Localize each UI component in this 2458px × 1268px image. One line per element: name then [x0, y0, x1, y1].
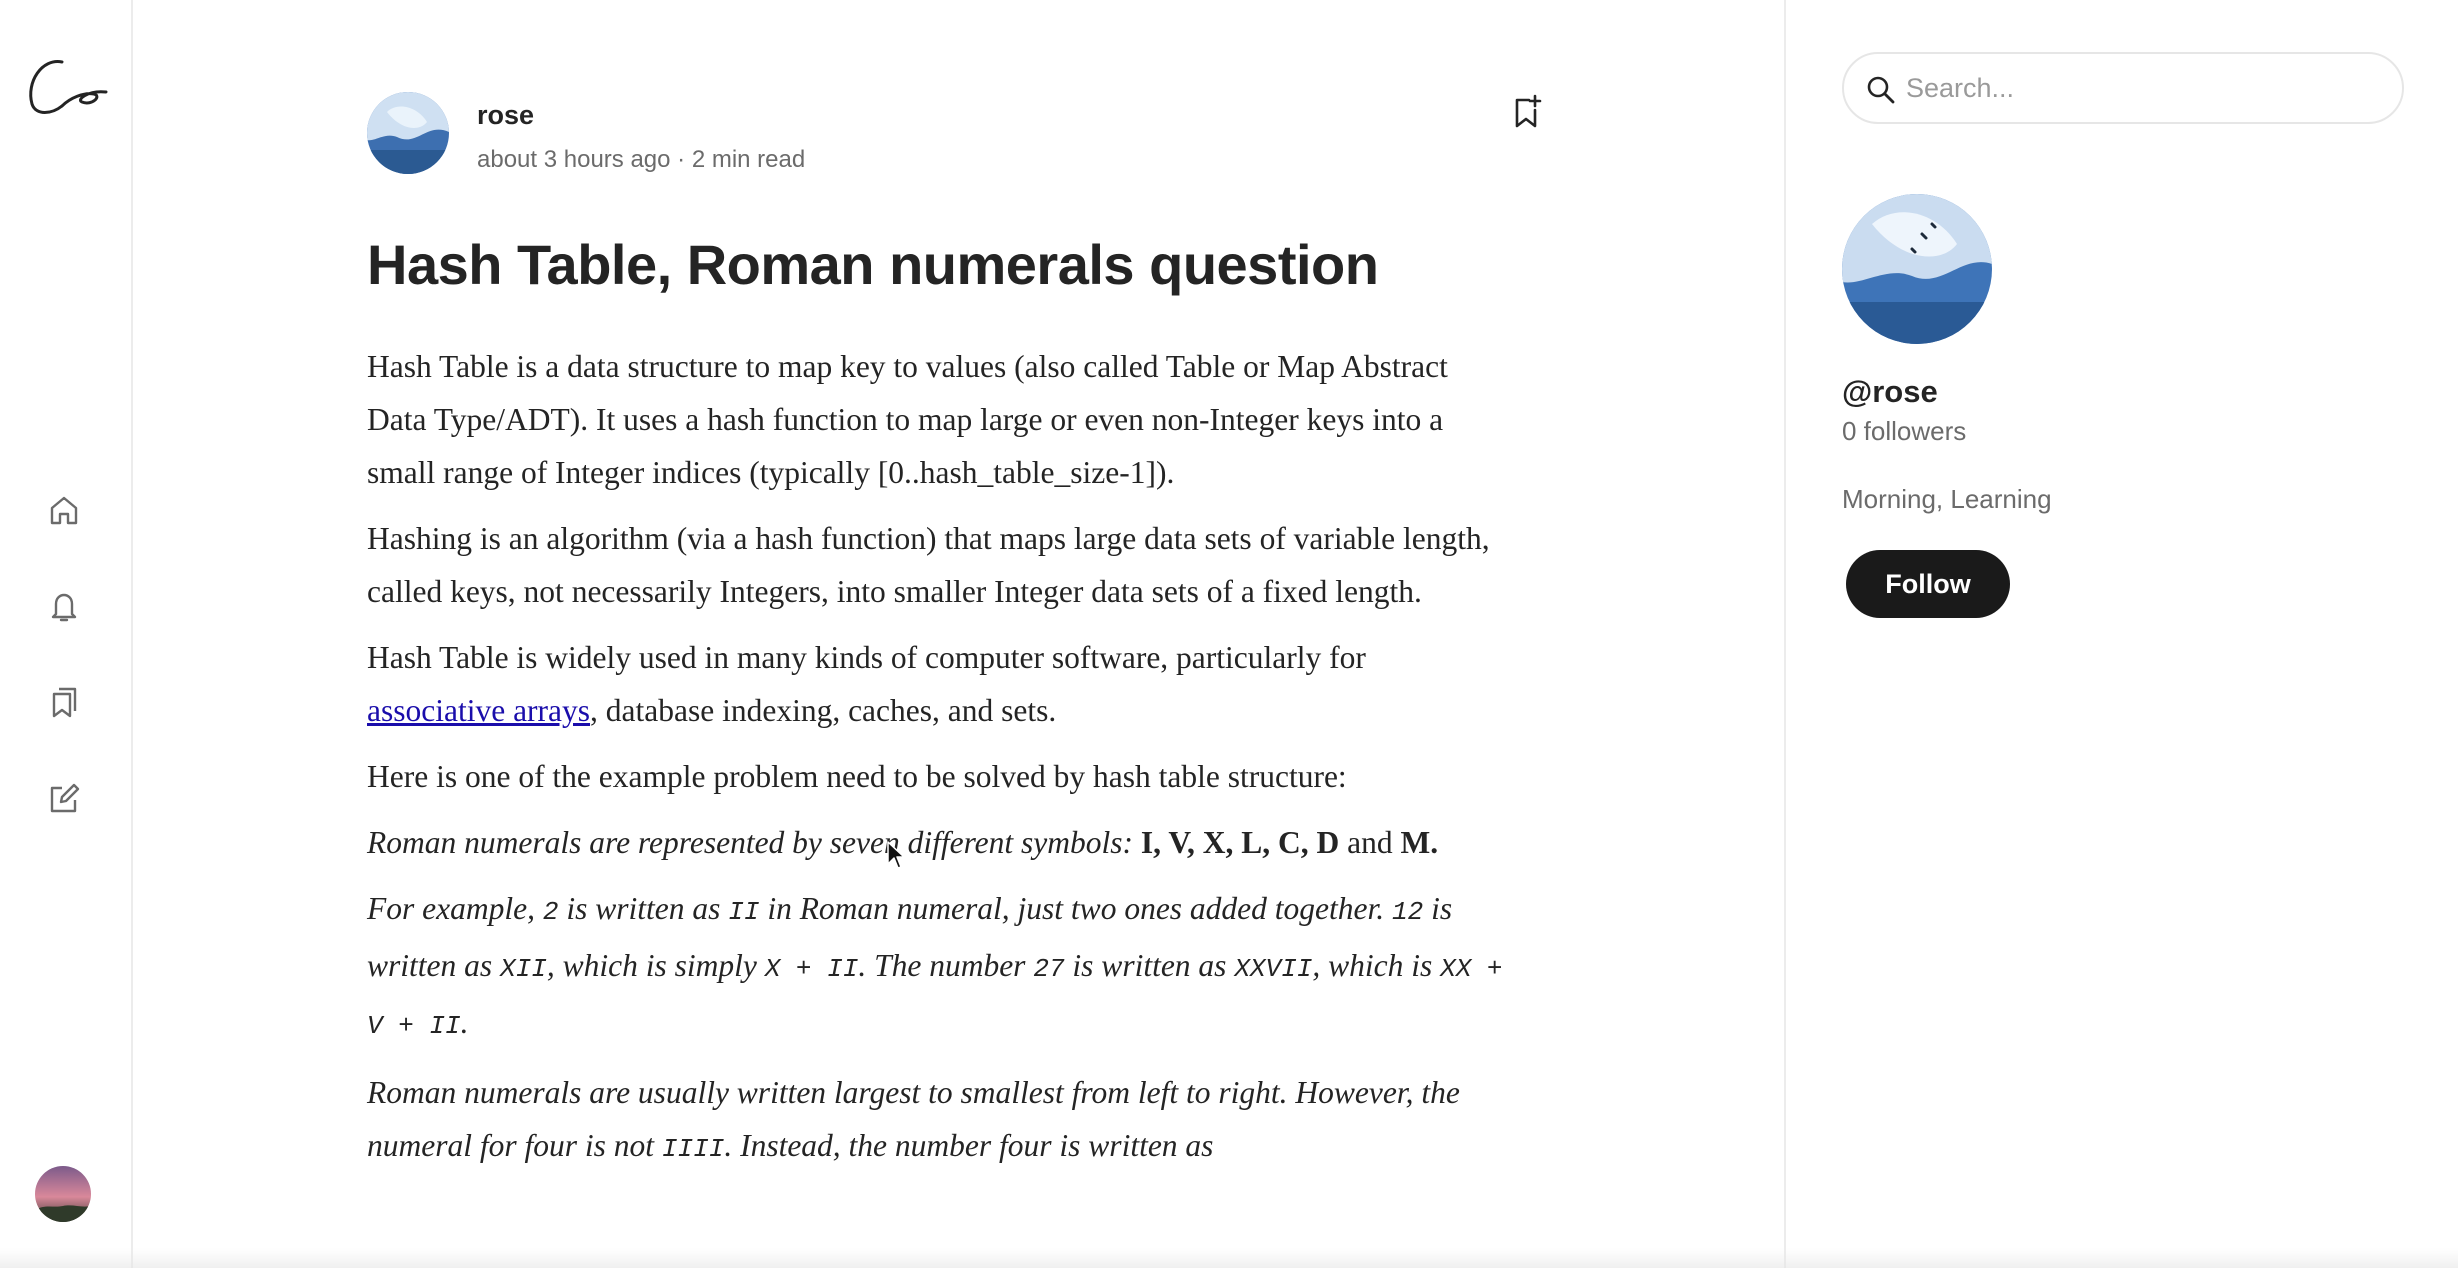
inline-code: IIII — [661, 1134, 725, 1164]
right-sidebar: @rose 0 followers Morning, Learning Foll… — [1784, 0, 2458, 1268]
profile-bio: Morning, Learning — [1842, 484, 2052, 514]
roman-symbol-m: M. — [1400, 825, 1439, 860]
paragraph-text: . — [460, 1005, 469, 1040]
user-avatar-image — [35, 1166, 91, 1222]
search-input[interactable] — [1906, 66, 2386, 110]
follower-count: 0 followers — [1842, 416, 1967, 446]
profile-handle[interactable]: @rose — [1842, 374, 1938, 410]
paragraph-text: , database indexing, caches, and sets. — [590, 693, 1057, 728]
paragraph: Hashing is an algorithm (via a hash func… — [367, 521, 1490, 609]
paragraph-text: . Instead, the number four is written as — [724, 1128, 1214, 1163]
associative-arrays-link[interactable]: associative arrays — [367, 693, 590, 728]
paragraph-text: . The number — [858, 948, 1034, 983]
paragraph-text: in Roman numeral, just two ones added to… — [759, 891, 1393, 926]
inline-code: 2 — [542, 897, 559, 927]
paragraph-text: is written as — [1064, 948, 1235, 983]
inline-code: 27 — [1033, 954, 1065, 984]
bell-icon[interactable] — [44, 586, 84, 626]
bookmarks-icon[interactable] — [44, 682, 84, 722]
window-bottom-edge — [0, 1248, 2458, 1268]
inline-code: XXVII — [1234, 954, 1313, 984]
paragraph: Roman numerals are represented by seven … — [367, 816, 1507, 869]
paragraph-text: and — [1339, 825, 1401, 860]
profile-avatar-image — [1842, 194, 1992, 344]
author-name[interactable]: rose — [477, 100, 534, 131]
roman-symbols: I, V, X, L, C, D — [1140, 825, 1340, 860]
paragraph-text: , which is simply — [546, 948, 765, 983]
inline-code: X + II — [764, 954, 859, 984]
mouse-cursor-icon — [887, 841, 905, 869]
profile-avatar[interactable] — [1842, 194, 1992, 344]
paragraph-text: , which is — [1312, 948, 1441, 983]
paragraph-text: is written as — [558, 891, 729, 926]
write-icon[interactable] — [44, 778, 84, 818]
inline-code: 12 — [1392, 897, 1424, 927]
search-icon — [1867, 76, 1895, 104]
paragraph: Here is one of the example problem need … — [367, 759, 1347, 794]
user-avatar[interactable] — [35, 1166, 91, 1222]
author-row: rose about 3 hours ago · 2 min read — [367, 92, 1547, 176]
paragraph-text: For example, — [367, 891, 543, 926]
paragraph: Roman numerals are usually written large… — [367, 1066, 1507, 1176]
author-avatar[interactable] — [367, 92, 449, 174]
paragraph: Hash Table is a data structure to map ke… — [367, 349, 1448, 490]
paragraph: For example, 2 is written as II in Roman… — [367, 882, 1507, 1053]
inline-code: II — [728, 897, 760, 927]
post-meta: about 3 hours ago · 2 min read — [477, 146, 806, 173]
paragraph: Hash Table is widely used in many kinds … — [367, 631, 1507, 737]
follow-button[interactable]: Follow — [1846, 550, 2010, 618]
logo-icon[interactable] — [22, 52, 108, 126]
search-bar[interactable] — [1842, 52, 2404, 124]
bookmark-add-icon[interactable] — [1507, 92, 1547, 132]
article-title: Hash Table, Roman numerals question — [367, 233, 1379, 296]
author-avatar-image — [367, 92, 449, 174]
home-icon[interactable] — [44, 490, 84, 530]
paragraph-text: Roman numerals are represented by seven … — [367, 825, 1141, 860]
inline-code: XII — [500, 954, 547, 984]
left-rail — [0, 0, 133, 1268]
app-window: rose about 3 hours ago · 2 min read Hash… — [0, 0, 2458, 1268]
paragraph-text: Hash Table is widely used in many kinds … — [367, 640, 1366, 675]
article-body: Hash Table is a data structure to map ke… — [367, 340, 1507, 1189]
